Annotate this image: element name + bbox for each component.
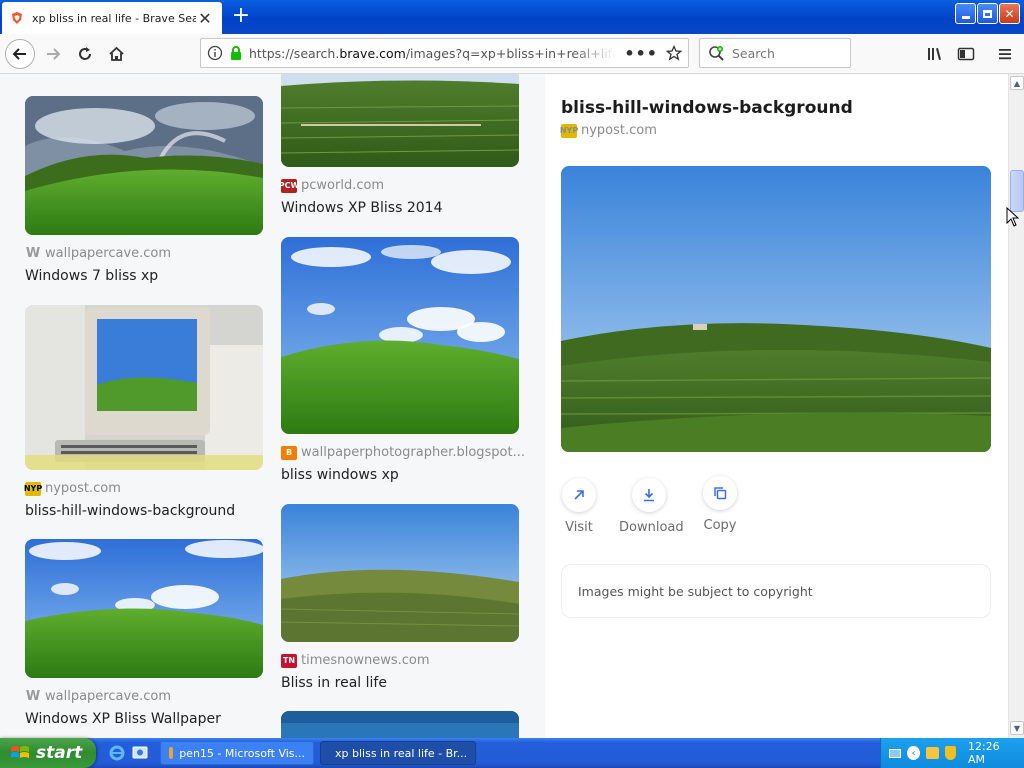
search-placeholder: Search (732, 45, 775, 61)
detail-source[interactable]: NYP nypost.com (560, 123, 657, 138)
navigation-bar: https://search.brave.com/images?q=xp+bli… (0, 34, 1024, 74)
nypost-icon: NYP (560, 123, 578, 138)
download-button[interactable]: Download (619, 478, 684, 535)
library-icon (928, 48, 941, 60)
vertical-scrollbar[interactable]: ▲ ▼ (1008, 74, 1024, 738)
page-content: PCW pcworld.com Windows XP Bliss 2014 W … (0, 74, 1008, 738)
bookmark-star-icon[interactable] (666, 45, 682, 61)
result-caption[interactable]: bliss-hill-windows-background (25, 503, 235, 519)
visit-button[interactable]: Visit (549, 478, 609, 535)
wallpapercave-icon: W (25, 246, 41, 261)
copy-icon (714, 487, 727, 500)
result-source[interactable]: NYP nypost.com (24, 481, 121, 496)
menu-button[interactable] (990, 39, 1020, 69)
result-source[interactable]: B wallpaperphotographer.blogspot... (281, 445, 525, 460)
title-bar: xp bliss in real life - Brave Search ✕ +… (0, 0, 1024, 34)
result-caption[interactable]: Windows XP Bliss 2014 (281, 200, 442, 216)
browser-tab[interactable]: xp bliss in real life - Brave Search ✕ (2, 2, 222, 34)
taskbar-item-browser[interactable]: xp bliss in real life - Br... (320, 741, 476, 765)
close-icon: ✕ (1004, 6, 1015, 21)
result-caption[interactable]: Windows 7 bliss xp (25, 268, 158, 284)
home-button[interactable] (101, 39, 131, 69)
result-thumbnail[interactable] (281, 237, 519, 434)
system-tray: ‹ 12:26 AM (880, 738, 1024, 768)
result-thumbnail[interactable] (281, 74, 519, 167)
nypost-icon: NYP (24, 481, 42, 496)
pcworld-icon: PCW (279, 178, 299, 193)
taskbar-item-visual-studio[interactable]: pen15 - Microsoft Vis... (160, 741, 314, 765)
windows-logo-icon (11, 746, 29, 758)
home-icon (108, 46, 124, 61)
hamburger-menu-icon (999, 49, 1011, 60)
result-thumbnail[interactable] (281, 504, 519, 642)
restore-icon (983, 9, 992, 18)
result-source[interactable]: W wallpapercave.com (25, 689, 171, 704)
wallpapercave-icon: W (25, 689, 41, 704)
detail-title: bliss-hill-windows-background (561, 98, 853, 118)
keyboard-icon[interactable] (889, 748, 902, 758)
result-thumbnail[interactable] (25, 539, 263, 678)
show-desktop-icon[interactable] (131, 744, 149, 762)
copyright-notice: Images might be subject to copyright (561, 564, 991, 618)
result-caption[interactable]: Windows XP Bliss Wallpaper (25, 711, 221, 727)
sidebar-button[interactable] (951, 39, 981, 69)
arrow-right-icon (47, 48, 61, 60)
more-actions-icon[interactable]: ••• (624, 44, 658, 63)
url-text: https://search.brave.com/images?q=xp+bli… (249, 45, 617, 61)
network-icon[interactable] (926, 747, 939, 759)
download-icon (644, 489, 654, 502)
external-link-icon (574, 490, 584, 500)
arrow-left-icon (12, 48, 26, 60)
reload-button[interactable] (70, 39, 100, 69)
detail-image[interactable] (561, 166, 991, 452)
result-caption[interactable]: bliss windows xp (281, 467, 399, 483)
scroll-down-icon[interactable]: ▼ (1010, 721, 1024, 735)
library-button[interactable] (920, 39, 950, 69)
brave-lion-icon (12, 12, 22, 24)
scroll-up-icon[interactable]: ▲ (1010, 76, 1024, 90)
result-thumbnail[interactable] (25, 305, 263, 470)
clock[interactable]: 12:26 AM (968, 740, 1016, 766)
mouse-cursor-icon (1006, 207, 1020, 227)
result-caption[interactable]: Bliss in real life (281, 675, 387, 691)
sidebar-icon (957, 47, 975, 61)
result-source[interactable]: PCW pcworld.com (279, 178, 384, 193)
security-shield-icon[interactable] (944, 746, 956, 760)
info-icon[interactable] (207, 45, 223, 61)
internet-explorer-icon[interactable] (108, 744, 126, 762)
tab-close-icon[interactable]: ✕ (196, 9, 214, 28)
result-thumbnail[interactable] (25, 96, 263, 235)
result-source[interactable]: TN timesnownews.com (281, 653, 430, 668)
image-detail-panel: bliss-hill-windows-background NYP nypost… (545, 74, 1008, 738)
close-window-button[interactable]: ✕ (999, 3, 1020, 24)
url-bar[interactable]: https://search.brave.com/images?q=xp+bli… (200, 38, 689, 68)
minimize-icon (961, 16, 970, 19)
blogger-icon: B (281, 445, 297, 460)
lock-icon (231, 46, 241, 60)
search-bar[interactable]: Search (699, 38, 851, 68)
image-results-grid: PCW pcworld.com Windows XP Bliss 2014 W … (0, 74, 545, 738)
minimize-button[interactable] (955, 3, 976, 24)
tab-title: xp bliss in real life - Brave Search (32, 11, 196, 25)
new-tab-icon[interactable]: + (229, 3, 253, 29)
back-button[interactable] (5, 39, 35, 69)
start-button[interactable]: start (0, 738, 96, 768)
copy-button[interactable]: Copy (690, 476, 750, 533)
result-thumbnail[interactable] (281, 711, 519, 738)
app-icon (169, 747, 174, 759)
reload-icon (79, 47, 91, 60)
result-source[interactable]: W wallpapercave.com (25, 246, 171, 261)
scrollbar-thumb[interactable] (1010, 170, 1024, 212)
tray-expand-icon[interactable]: ‹ (907, 746, 921, 760)
forward-button[interactable] (38, 39, 68, 69)
windows-taskbar: start pen15 - Microsoft Vis... xp bliss … (0, 738, 1024, 768)
timesnow-icon: TN (281, 653, 297, 668)
search-engine-icon (709, 46, 724, 61)
restore-button[interactable] (977, 3, 998, 24)
